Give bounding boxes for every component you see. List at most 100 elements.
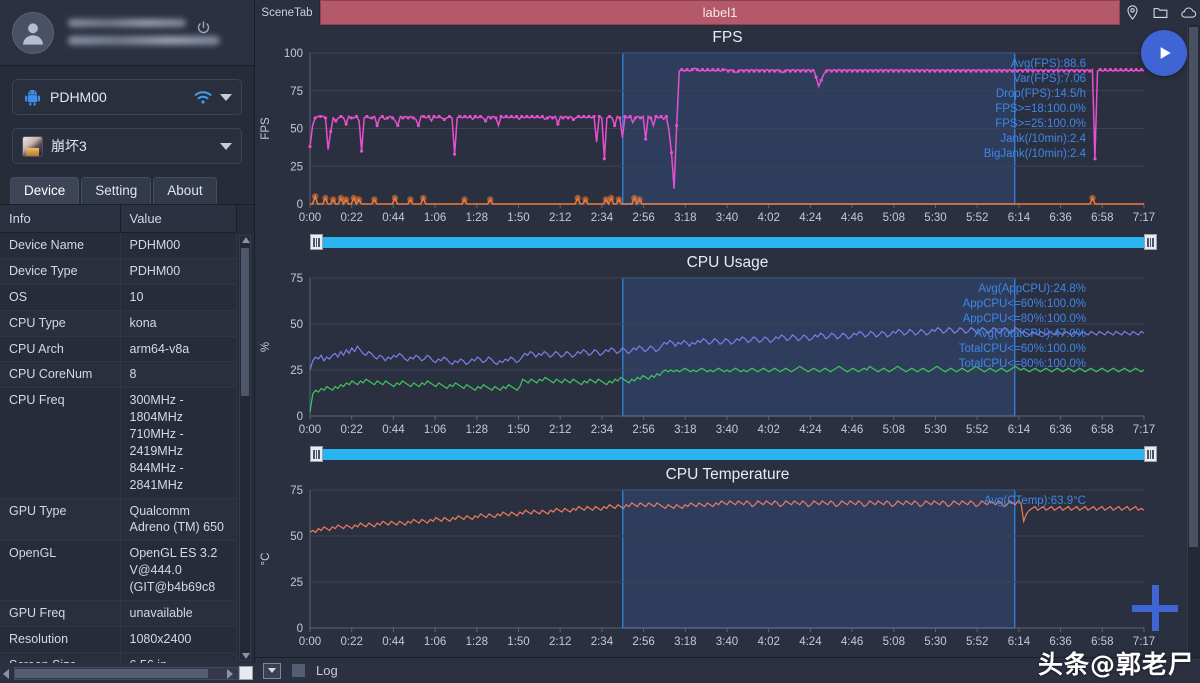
scroll-left-icon[interactable] (3, 669, 9, 679)
timeline-grip-left[interactable] (310, 234, 323, 250)
table-row[interactable]: OpenGL OpenGL ES 3.2 V@444.0 (GIT@b4b69c8 (0, 540, 237, 601)
table-row[interactable]: Device Name PDHM00 (0, 232, 237, 259)
data-point (380, 114, 384, 119)
jank-marker (486, 196, 494, 203)
y-axis-tick-label: 50 (290, 319, 303, 331)
android-icon (22, 87, 42, 107)
scroll-down-icon[interactable] (242, 653, 250, 659)
column-header-info: Info (0, 205, 121, 233)
folder-icon[interactable] (1152, 4, 1169, 21)
data-point (902, 69, 906, 73)
data-point (1124, 68, 1128, 72)
data-point (452, 152, 457, 156)
data-point (323, 116, 328, 120)
timeline-grip-right[interactable] (1144, 446, 1157, 462)
table-row[interactable]: CPU CoreNum 8 (0, 361, 237, 389)
data-point (318, 114, 322, 119)
stat-line: TotalCPU<=60%:100.0% (959, 343, 1086, 355)
x-axis-tick-label: 1:06 (424, 212, 446, 224)
table-row[interactable]: CPU Type kona (0, 310, 237, 337)
x-axis-tick-label: 7:17 (1133, 212, 1155, 224)
x-axis-tick-label: 1:06 (424, 636, 446, 648)
data-point (587, 114, 591, 119)
log-checkbox[interactable] (292, 664, 305, 677)
timeline-grip-right[interactable] (1144, 234, 1157, 250)
tab-about[interactable]: About (153, 177, 217, 204)
x-axis-tick-label: 5:30 (924, 636, 946, 648)
timeline-scrollbar[interactable] (310, 234, 1157, 250)
data-point (308, 145, 312, 149)
data-point (824, 69, 829, 73)
chart-plot[interactable]: 0 25 50 75% 0:00 0:22 0:44 1:06 1:28 1:50 2:12 2:34… (255, 272, 1187, 444)
data-point (1093, 157, 1097, 161)
x-axis-tick-label: 5:30 (924, 212, 946, 224)
x-axis-tick-label: 5:08 (883, 636, 905, 648)
top-bar-icons (1120, 0, 1200, 25)
data-point (1113, 68, 1118, 72)
scroll-right-icon[interactable] (227, 669, 233, 679)
main-vertical-scrollbar[interactable] (1187, 25, 1200, 657)
cell-info: GPU Type (0, 498, 121, 542)
data-point (556, 122, 560, 126)
data-point (354, 114, 359, 119)
sidebar-vertical-scrollbar[interactable] (239, 235, 251, 661)
avatar[interactable] (12, 11, 54, 54)
play-button[interactable] (1141, 30, 1187, 76)
table-row[interactable]: Device Type PDHM00 (0, 258, 237, 285)
selection-region[interactable] (622, 489, 1016, 629)
tab-device[interactable]: Device (10, 177, 80, 204)
table-row[interactable]: GPU Freq unavailable (0, 600, 237, 627)
table-row[interactable]: Resolution 1080x2400 (0, 626, 237, 653)
device-selector[interactable]: PDHM00 (12, 79, 242, 115)
timeline-track[interactable] (323, 236, 1144, 248)
x-axis-tick-label: 4:02 (758, 212, 780, 224)
jank-marker (1089, 194, 1096, 202)
table-row[interactable]: GPU Type Qualcomm Adreno (TM) 650 (0, 498, 237, 542)
power-icon[interactable] (196, 20, 211, 35)
user-name-redacted (68, 12, 242, 54)
table-row[interactable]: CPU Freq 300MHz - 1804MHz 710MHz - 2419MH… (0, 387, 237, 499)
timeline-scrollbar[interactable] (310, 446, 1157, 462)
cell-value: 1080x2400 (120, 626, 237, 653)
location-pin-icon[interactable] (1124, 4, 1141, 21)
scrollbar-thumb[interactable] (241, 248, 249, 396)
data-point (855, 69, 859, 73)
tab-setting[interactable]: Setting (81, 177, 152, 204)
data-point (360, 149, 364, 153)
chart-plot[interactable]: 0 25 50 75 °C 0:00 0:22 0:44 1:06 1:28 1:50 2:12 2:3… (255, 484, 1187, 656)
cell-value: OpenGL ES 3.2 V@444.0 (GIT@b4b69c8 (120, 540, 237, 601)
hscroll-thumb[interactable] (15, 668, 208, 678)
sidebar-horizontal-scrollbar[interactable] (0, 663, 255, 683)
app-selector[interactable]: 崩坏3 (12, 128, 242, 164)
stat-line: Var(FPS):7.06 (1013, 73, 1086, 85)
data-point (478, 114, 483, 119)
scrollbar-thumb[interactable] (1189, 27, 1198, 547)
label-banner[interactable]: label1 (320, 0, 1120, 25)
timeline-grip-left[interactable] (310, 446, 323, 462)
data-point (422, 114, 426, 119)
data-point (633, 116, 637, 120)
data-point (535, 114, 539, 119)
chevron-down-icon[interactable] (220, 93, 232, 101)
tab-scenetab[interactable]: SceneTab (255, 0, 320, 25)
statusbar-dropdown-button[interactable] (263, 662, 281, 679)
table-row[interactable]: CPU Arch arm64-v8a (0, 336, 237, 363)
hscroll-track[interactable] (14, 666, 239, 680)
jank-marker (615, 196, 623, 203)
data-point (520, 114, 524, 119)
timeline-track[interactable] (323, 448, 1144, 460)
chart-2: CPU Usage 0 25 50 75% 0:00 0:22 0:44 1:06 1:28 1:5… (255, 254, 1200, 444)
chart-plot[interactable]: 0 25 50 75 100 FPS 0:00 0:22 0:44 1:06 1:28 1:50 2:1… (255, 47, 1187, 232)
y-axis-tick-label: 50 (290, 531, 303, 543)
table-row[interactable]: OS 10 (0, 284, 237, 311)
scroll-up-icon[interactable] (242, 237, 250, 243)
selection-region[interactable] (622, 277, 1016, 417)
data-point (463, 114, 467, 119)
data-point (860, 69, 865, 73)
cloud-icon[interactable] (1180, 4, 1197, 21)
chevron-down-icon[interactable] (220, 142, 232, 150)
data-point (819, 78, 823, 82)
log-label: Log (316, 663, 338, 678)
chevron-down-icon (268, 668, 276, 673)
resize-grip[interactable] (239, 666, 253, 680)
